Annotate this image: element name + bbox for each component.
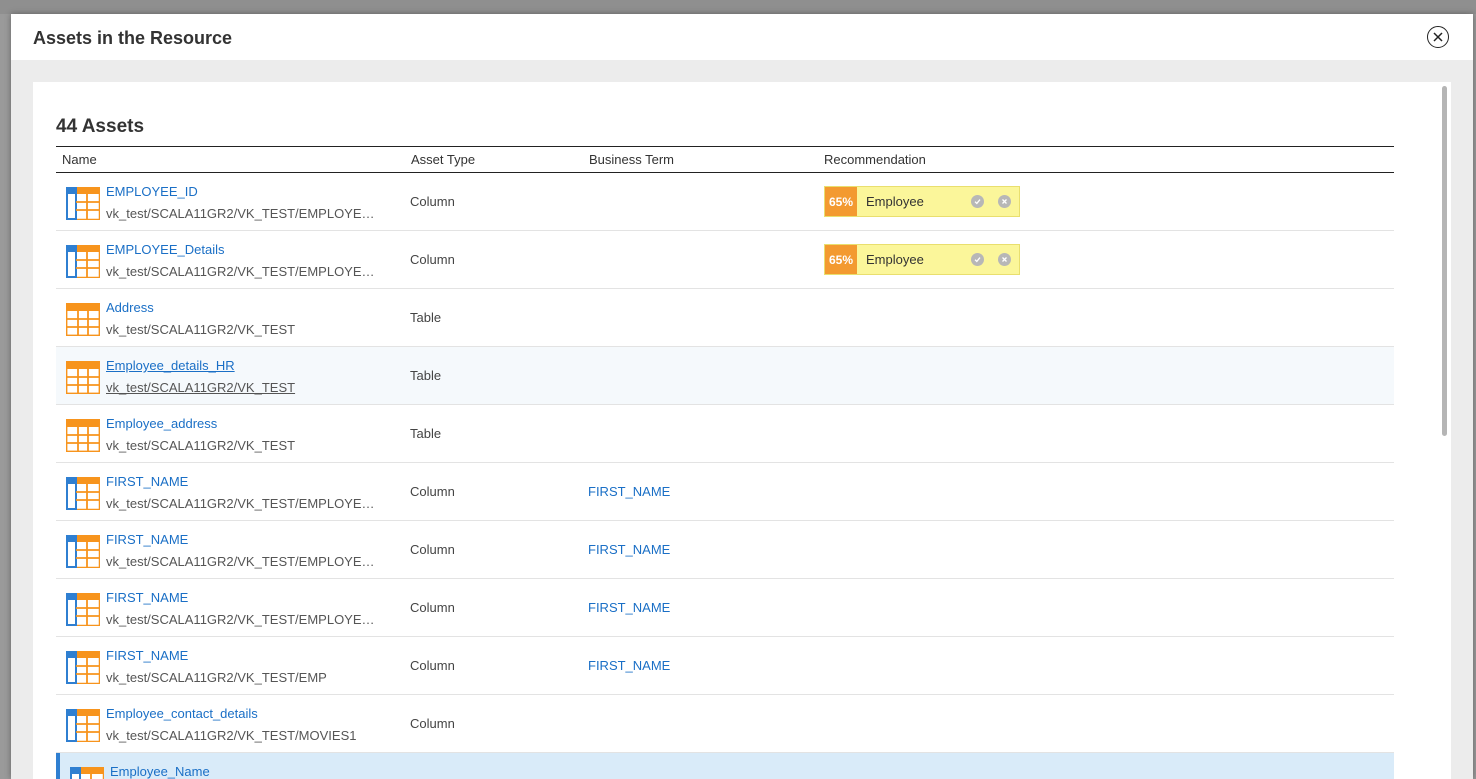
asset-type: Table — [410, 368, 442, 383]
recommendation-term: Employee — [866, 194, 924, 209]
scrollbar[interactable] — [1439, 82, 1451, 779]
asset-name-link[interactable]: EMPLOYEE_Details — [106, 242, 225, 257]
asset-name-link[interactable]: EMPLOYEE_ID — [106, 184, 198, 199]
x-circle-icon[interactable] — [998, 253, 1011, 266]
table-row[interactable]: EMPLOYEE_Details vk_test/SCALA11GR2/VK_TE… — [56, 231, 1394, 289]
business-term-link[interactable]: FIRST_NAME — [588, 542, 670, 557]
asset-path: vk_test/SCALA11GR2/VK_TEST — [106, 380, 296, 395]
table-row[interactable]: FIRST_NAME vk_test/SCALA11GR2/VK_TEST/EMP… — [56, 637, 1394, 695]
check-circle-icon[interactable] — [971, 195, 984, 208]
dialog-title: Assets in the Resource — [33, 28, 233, 48]
assets-table: Name Asset Type Business Term Recommenda… — [56, 146, 1394, 779]
asset-type: Column — [410, 252, 455, 267]
column-icon — [65, 708, 101, 743]
check-circle-icon[interactable] — [971, 253, 984, 266]
dialog-header: Assets in the Resource — [11, 14, 1473, 60]
asset-name-link[interactable]: FIRST_NAME — [106, 648, 188, 663]
table-row[interactable]: Employee_contact_details vk_test/SCALA11G… — [56, 695, 1394, 753]
asset-path: vk_test/SCALA11GR2/VK_TEST/EMPLOYEE… — [106, 554, 376, 569]
assets-count-heading: 44 Assets — [56, 116, 145, 137]
asset-path: vk_test/SCALA11GR2/VK_TEST/EMPLOYEE… — [106, 206, 376, 221]
table-icon — [65, 360, 101, 395]
asset-type: Table — [410, 426, 442, 441]
asset-path: vk_test/SCALA11GR2/VK_TEST/MOVIES1 — [106, 728, 357, 743]
asset-name-link[interactable]: Employee_address — [106, 416, 217, 431]
table-row[interactable]: Address vk_test/SCALA11GR2/VK_TEST Table — [56, 289, 1394, 347]
table-header: Name Asset Type Business Term Recommenda… — [56, 146, 1394, 173]
asset-type: Column — [410, 600, 455, 615]
asset-type: Table — [410, 310, 442, 325]
table-row[interactable]: FIRST_NAME vk_test/SCALA11GR2/VK_TEST/EMP… — [56, 521, 1394, 579]
column-header-business-term[interactable]: Business Term — [589, 152, 674, 167]
assets-dialog: Assets in the Resource 44 Assets Name As… — [11, 14, 1473, 779]
assets-panel: 44 Assets Name Asset Type Business Term … — [33, 82, 1451, 779]
column-header-recommendation[interactable]: Recommendation — [824, 152, 926, 167]
asset-name-link[interactable]: Address — [106, 300, 154, 315]
table-row[interactable]: Employee_Name — [56, 753, 1394, 779]
table-row[interactable]: Employee_address vk_test/SCALA11GR2/VK_TE… — [56, 405, 1394, 463]
asset-path: vk_test/SCALA11GR2/VK_TEST/EMPLOYEE… — [106, 264, 376, 279]
table-row[interactable]: FIRST_NAME vk_test/SCALA11GR2/VK_TEST/EMP… — [56, 579, 1394, 637]
x-circle-icon[interactable] — [998, 195, 1011, 208]
asset-path: vk_test/SCALA11GR2/VK_TEST/EMPLOYEE… — [106, 496, 376, 511]
asset-type: Column — [410, 658, 455, 673]
recommendation-chip: 65% Employee — [824, 186, 1020, 217]
scrollbar-thumb[interactable] — [1442, 86, 1447, 436]
column-icon — [65, 244, 101, 279]
asset-name-link[interactable]: Employee_details_HR — [106, 358, 235, 373]
business-term-link[interactable]: FIRST_NAME — [588, 658, 670, 673]
table-row[interactable]: Employee_details_HR vk_test/SCALA11GR2/VK… — [56, 347, 1394, 405]
business-term-link[interactable]: FIRST_NAME — [588, 484, 670, 499]
asset-type: Column — [410, 542, 455, 557]
column-icon — [69, 766, 105, 779]
column-icon — [65, 592, 101, 627]
recommendation-score: 65% — [825, 187, 857, 216]
column-icon — [65, 650, 101, 685]
asset-path: vk_test/SCALA11GR2/VK_TEST/EMP — [106, 670, 327, 685]
asset-type: Column — [410, 484, 455, 499]
table-row[interactable]: EMPLOYEE_ID vk_test/SCALA11GR2/VK_TEST/EM… — [56, 173, 1394, 231]
recommendation-term: Employee — [866, 252, 924, 267]
asset-name-link[interactable]: FIRST_NAME — [106, 590, 188, 605]
table-row[interactable]: FIRST_NAME vk_test/SCALA11GR2/VK_TEST/EMP… — [56, 463, 1394, 521]
asset-type: Column — [410, 194, 455, 209]
table-icon — [65, 302, 101, 337]
table-icon — [65, 418, 101, 453]
asset-path: vk_test/SCALA11GR2/VK_TEST — [106, 438, 296, 453]
asset-type: Column — [410, 716, 455, 731]
asset-path: vk_test/SCALA11GR2/VK_TEST — [106, 322, 296, 337]
column-header-asset-type[interactable]: Asset Type — [411, 152, 475, 167]
column-header-name[interactable]: Name — [62, 152, 97, 167]
table-body: EMPLOYEE_ID vk_test/SCALA11GR2/VK_TEST/EM… — [56, 173, 1394, 779]
asset-name-link[interactable]: FIRST_NAME — [106, 474, 188, 489]
recommendation-score: 65% — [825, 245, 857, 274]
business-term-link[interactable]: FIRST_NAME — [588, 600, 670, 615]
column-icon — [65, 476, 101, 511]
column-icon — [65, 186, 101, 221]
asset-name-link[interactable]: Employee_contact_details — [106, 706, 258, 721]
asset-name-link[interactable]: Employee_Name — [110, 764, 210, 779]
recommendation-chip: 65% Employee — [824, 244, 1020, 275]
asset-name-link[interactable]: FIRST_NAME — [106, 532, 188, 547]
backdrop — [0, 0, 1476, 14]
column-icon — [65, 534, 101, 569]
close-icon[interactable] — [1427, 26, 1449, 48]
asset-path: vk_test/SCALA11GR2/VK_TEST/EMPLOYEE… — [106, 612, 376, 627]
